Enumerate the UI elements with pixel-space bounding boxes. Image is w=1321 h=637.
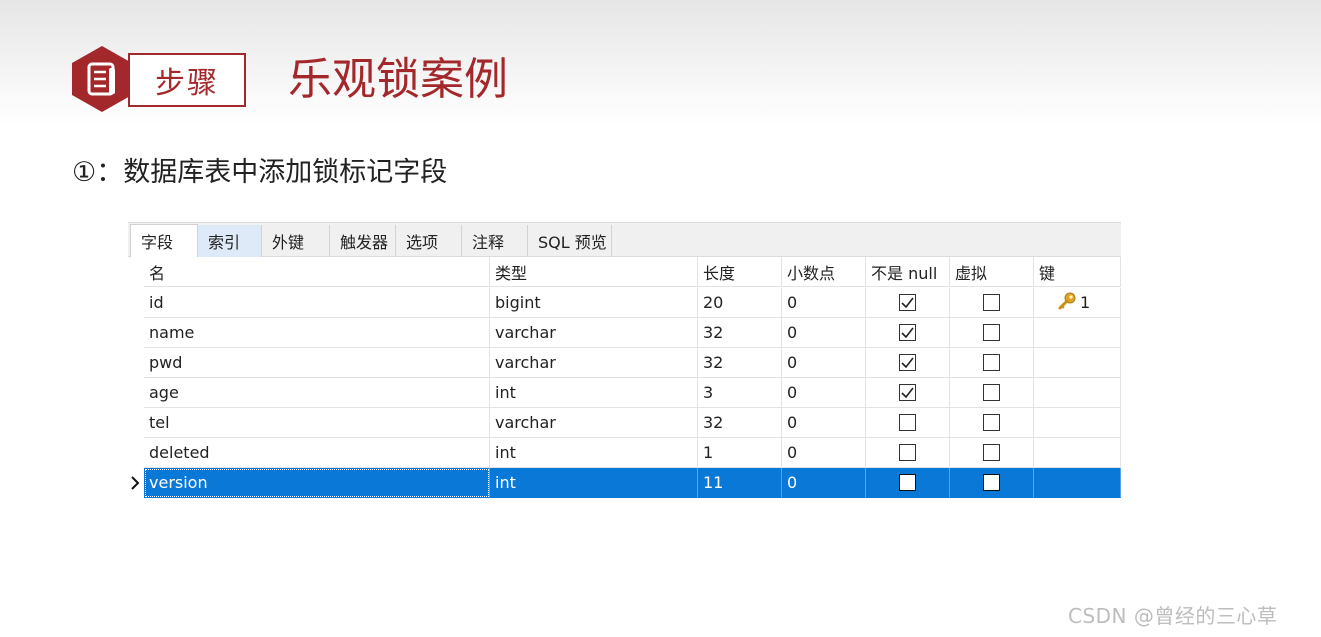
table-row[interactable]: tel varchar 32 0 (128, 408, 1121, 438)
checked-checkbox[interactable] (899, 384, 916, 401)
tab-6[interactable]: SQL 预览 (528, 225, 612, 257)
step-label: 步骤 (128, 53, 246, 107)
cell-virtual (950, 438, 1034, 468)
cell-virtual (950, 468, 1034, 498)
table-row[interactable]: version int 11 0 (128, 468, 1121, 498)
table-row[interactable]: pwd varchar 32 0 (128, 348, 1121, 378)
tab-5[interactable]: 注释 (462, 225, 528, 257)
cell-type[interactable]: int (490, 438, 698, 468)
column-header-4[interactable]: 不是 null (866, 257, 950, 287)
cell-name[interactable]: pwd (144, 348, 490, 378)
cell-not-null (866, 438, 950, 468)
table-row[interactable]: age int 3 0 (128, 378, 1121, 408)
cell-key[interactable] (1034, 378, 1121, 408)
cell-virtual (950, 318, 1034, 348)
unchecked-checkbox[interactable] (983, 474, 1000, 491)
cell-type[interactable]: int (490, 468, 698, 498)
cell-length[interactable]: 32 (698, 348, 782, 378)
cell-name[interactable]: deleted (144, 438, 490, 468)
cell-decimals[interactable]: 0 (782, 378, 866, 408)
cell-name[interactable]: id (144, 288, 490, 318)
unchecked-checkbox[interactable] (983, 354, 1000, 371)
column-header-6[interactable]: 键 (1034, 257, 1121, 287)
cell-not-null (866, 408, 950, 438)
cell-key[interactable] (1034, 348, 1121, 378)
tab-3[interactable]: 触发器 (330, 225, 396, 257)
cell-not-null (866, 468, 950, 498)
tab-0[interactable]: 字段 (130, 224, 198, 258)
step-description: ①：数据库表中添加锁标记字段 (72, 157, 448, 188)
cell-length[interactable]: 11 (698, 468, 782, 498)
cell-key[interactable] (1034, 438, 1121, 468)
cell-length[interactable]: 32 (698, 318, 782, 348)
table-row[interactable]: name varchar 32 0 (128, 318, 1121, 348)
cell-type[interactable]: int (490, 378, 698, 408)
cell-type[interactable]: varchar (490, 348, 698, 378)
tab-2[interactable]: 外键 (262, 225, 330, 257)
cell-decimals[interactable]: 0 (782, 318, 866, 348)
tab-4[interactable]: 选项 (396, 225, 462, 257)
unchecked-checkbox[interactable] (983, 294, 1000, 311)
column-header-1[interactable]: 类型 (490, 257, 698, 287)
cell-length[interactable]: 20 (698, 288, 782, 318)
row-pointer-icon (130, 475, 140, 491)
designer-tab-bar: 字段 索引 外键 触发器 选项 注释 SQL 预览 (128, 222, 1121, 258)
cell-virtual (950, 348, 1034, 378)
cell-virtual (950, 408, 1034, 438)
field-grid: 名类型 长度 小数点 不是 null 虚拟键 id bigint 20 0 1 name varcha… (128, 257, 1121, 507)
cell-decimals[interactable]: 0 (782, 468, 866, 498)
cell-name[interactable]: tel (144, 408, 490, 438)
key-order: 1 (1080, 293, 1091, 312)
table-row[interactable]: id bigint 20 0 1 (128, 288, 1121, 318)
column-header-2[interactable]: 长度 (698, 257, 782, 287)
cell-type[interactable]: bigint (490, 288, 698, 318)
table-designer: 字段 索引 外键 触发器 选项 注释 SQL 预览 名类型 长度 小数点 不是 null 虚拟键 id… (128, 222, 1121, 507)
cell-type[interactable]: varchar (490, 408, 698, 438)
unchecked-checkbox[interactable] (983, 414, 1000, 431)
cell-name[interactable]: version (144, 468, 490, 498)
cell-key[interactable]: 1 (1034, 288, 1121, 318)
slide-title: 乐观锁案例 (288, 54, 508, 105)
cell-decimals[interactable]: 0 (782, 288, 866, 318)
primary-key-indicator: 1 (1039, 292, 1090, 314)
watermark: CSDN @曾经的三心草 (1068, 604, 1278, 628)
cell-decimals[interactable]: 0 (782, 408, 866, 438)
key-icon (1057, 292, 1077, 314)
unchecked-checkbox[interactable] (899, 444, 916, 461)
unchecked-checkbox[interactable] (899, 414, 916, 431)
tab-1[interactable]: 索引 (198, 225, 262, 257)
cell-not-null (866, 288, 950, 318)
cell-not-null (866, 378, 950, 408)
cell-key[interactable] (1034, 468, 1121, 498)
unchecked-checkbox[interactable] (983, 324, 1000, 341)
column-header-0[interactable]: 名 (144, 257, 490, 287)
cell-not-null (866, 318, 950, 348)
cell-length[interactable]: 3 (698, 378, 782, 408)
cell-length[interactable]: 1 (698, 438, 782, 468)
cell-type[interactable]: varchar (490, 318, 698, 348)
cell-virtual (950, 288, 1034, 318)
cell-decimals[interactable]: 0 (782, 438, 866, 468)
cell-length[interactable]: 32 (698, 408, 782, 438)
cell-not-null (866, 348, 950, 378)
grid-header: 名类型 长度 小数点 不是 null 虚拟键 (128, 257, 1121, 287)
cell-name[interactable]: name (144, 318, 490, 348)
cell-name[interactable]: age (144, 378, 490, 408)
unchecked-checkbox[interactable] (983, 444, 1000, 461)
cell-virtual (950, 378, 1034, 408)
checked-checkbox[interactable] (899, 354, 916, 371)
cell-key[interactable] (1034, 318, 1121, 348)
cell-key[interactable] (1034, 408, 1121, 438)
column-header-3[interactable]: 小数点 (782, 257, 866, 287)
column-header-5[interactable]: 虚拟 (950, 257, 1034, 287)
table-row[interactable]: deleted int 1 0 (128, 438, 1121, 468)
document-icon (72, 46, 132, 112)
checked-checkbox[interactable] (899, 324, 916, 341)
unchecked-checkbox[interactable] (983, 384, 1000, 401)
cell-decimals[interactable]: 0 (782, 348, 866, 378)
checked-checkbox[interactable] (899, 294, 916, 311)
unchecked-checkbox[interactable] (899, 474, 916, 491)
